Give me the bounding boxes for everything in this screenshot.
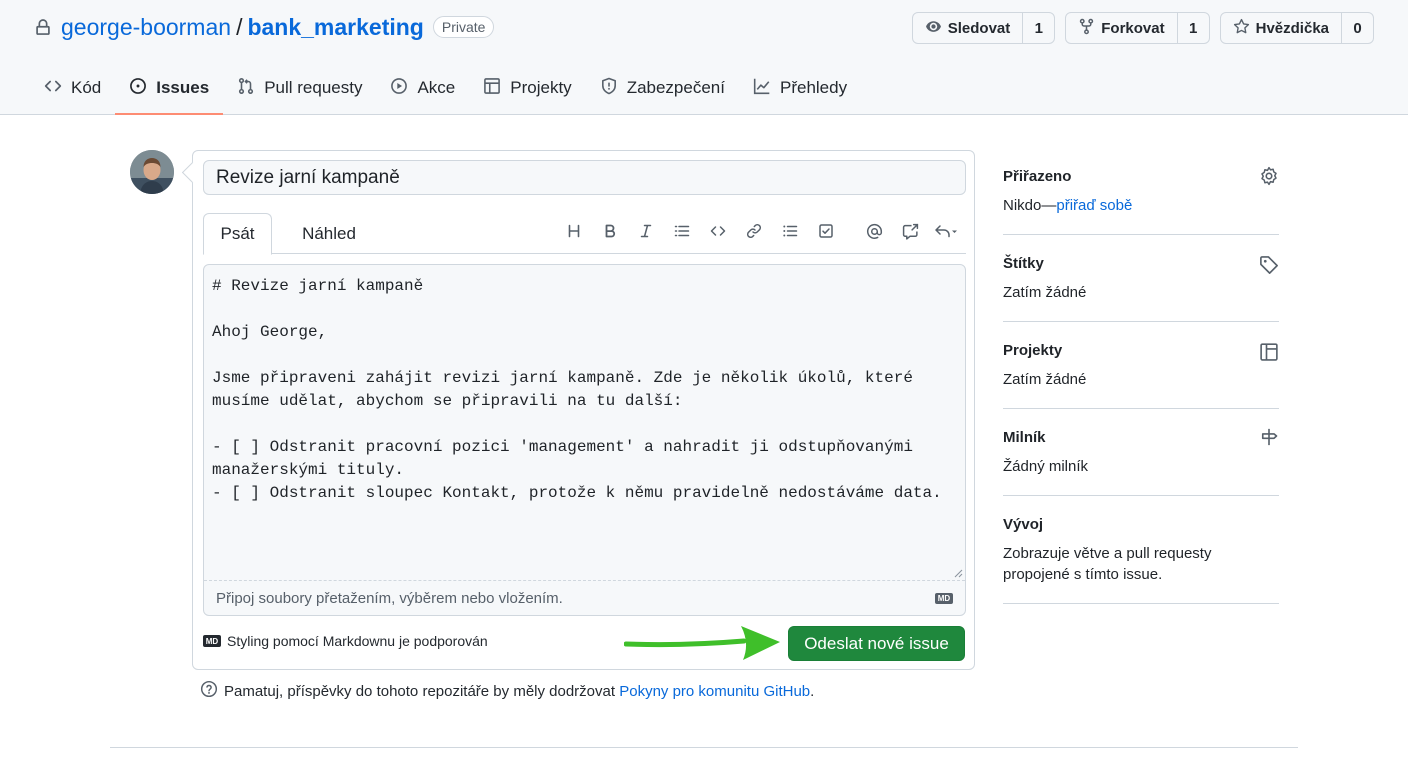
question-icon	[200, 680, 218, 702]
issue-icon	[129, 77, 147, 100]
fork-label: Forkovat	[1101, 19, 1165, 37]
tab-actions-label: Akce	[417, 78, 456, 97]
link-icon[interactable]	[736, 219, 772, 243]
issue-title-input[interactable]: Revize jarní kampaně	[203, 160, 966, 195]
issue-sidebar: Přiřazeno Nikdo—přiřaď sobě Štítky Zatím…	[1003, 150, 1279, 604]
fork-icon	[1078, 18, 1095, 39]
annotation-arrow-icon	[624, 626, 780, 660]
tab-issues[interactable]: Issues	[115, 62, 224, 115]
markdown-toolbar	[556, 219, 964, 243]
projects-section[interactable]: Projekty Zatím žádné	[1003, 322, 1279, 409]
repo-header: george-boorman / bank_marketing Private …	[0, 0, 1408, 115]
milestone-value: Žádný milník	[1003, 458, 1089, 475]
code-icon[interactable]	[700, 219, 736, 243]
graph-icon	[753, 77, 771, 100]
tab-insights-label: Přehledy	[779, 78, 848, 97]
assign-yourself-link[interactable]: přiřaď sobě	[1056, 197, 1132, 214]
assignees-section[interactable]: Přiřazeno Nikdo—přiřaď sobě	[1003, 150, 1279, 235]
markdown-icon: MD	[935, 593, 953, 604]
projects-value: Zatím žádné	[1003, 371, 1087, 388]
milestone-section[interactable]: Milník Žádný milník	[1003, 409, 1279, 496]
markdown-note-text: Styling pomocí Markdownu je podporován	[227, 633, 488, 649]
tab-code[interactable]: Kód	[30, 62, 115, 114]
repo-separator: /	[236, 13, 243, 40]
repo-title: george-boorman / bank_marketing Private	[34, 12, 495, 42]
play-icon	[390, 77, 408, 100]
milestone-title: Milník	[1003, 429, 1046, 446]
tab-write[interactable]: Psát	[203, 213, 272, 255]
assignees-none: Nikdo—	[1003, 197, 1057, 214]
resize-handle-icon[interactable]	[953, 568, 963, 578]
heading-icon[interactable]	[556, 219, 592, 243]
issue-body-text: # Revize jarní kampaně Ahoj George, Jsme…	[212, 277, 942, 502]
guidelines-link[interactable]: Pokyny pro komunitu GitHub	[619, 683, 810, 700]
guidelines-text: Pamatuj, příspěvky do tohoto repozitáře …	[224, 682, 616, 700]
watch-count[interactable]: 1	[1022, 13, 1054, 43]
tab-issues-label: Issues	[156, 78, 210, 97]
table-icon	[483, 77, 501, 100]
star-button[interactable]: Hvězdička 0	[1219, 12, 1374, 44]
community-guidelines-note: Pamatuj, příspěvky do tohoto repozitáře …	[200, 680, 814, 702]
repo-actions: Sledovat 1 Forkovat 1 Hvězdička 0	[911, 12, 1374, 44]
tab-security[interactable]: Zabezpečení	[586, 62, 739, 114]
tab-code-label: Kód	[71, 78, 102, 97]
fork-count[interactable]: 1	[1176, 13, 1209, 43]
projects-title: Projekty	[1003, 342, 1063, 359]
tab-projects[interactable]: Projekty	[469, 62, 585, 114]
repo-name-link[interactable]: bank_marketing	[247, 14, 423, 41]
assignees-title: Přiřazeno	[1003, 168, 1072, 185]
tab-insights[interactable]: Přehledy	[739, 62, 861, 114]
tab-preview[interactable]: Náhled	[283, 213, 375, 254]
labels-value: Zatím žádné	[1003, 284, 1087, 301]
labels-title: Štítky	[1003, 255, 1044, 272]
gear-icon[interactable]	[1259, 166, 1279, 186]
tab-projects-label: Projekty	[510, 78, 572, 97]
attach-files-bar[interactable]: Připoj soubory přetažením, výběrem nebo …	[204, 580, 965, 615]
new-issue-form: Revize jarní kampaně Psát Náhled # Reviz…	[192, 150, 975, 670]
project-icon[interactable]	[1259, 342, 1279, 362]
lock-icon	[34, 18, 52, 36]
bold-icon[interactable]	[592, 219, 628, 243]
repo-owner-link[interactable]: george-boorman	[61, 14, 231, 41]
star-icon	[1233, 18, 1250, 39]
markdown-support-note[interactable]: MD Styling pomocí Markdownu je podporová…	[203, 633, 488, 649]
visibility-badge: Private	[432, 16, 495, 38]
watch-label: Sledovat	[947, 19, 1011, 37]
labels-section[interactable]: Štítky Zatím žádné	[1003, 235, 1279, 322]
unordered-list-icon[interactable]	[772, 219, 808, 243]
watch-button[interactable]: Sledovat 1	[911, 12, 1056, 44]
development-value: Zobrazuje větve a pull requesty propojen…	[1003, 545, 1212, 583]
tab-actions[interactable]: Akce	[376, 62, 469, 114]
divider	[110, 747, 1298, 748]
quote-icon[interactable]	[664, 219, 700, 243]
milestone-icon[interactable]	[1259, 427, 1279, 447]
tab-security-label: Zabezpečení	[626, 78, 725, 97]
markdown-icon: MD	[203, 635, 221, 647]
development-section: Vývoj Zobrazuje větve a pull requesty pr…	[1003, 496, 1279, 604]
italic-icon[interactable]	[628, 219, 664, 243]
reply-icon[interactable]	[928, 219, 964, 243]
tag-icon[interactable]	[1259, 255, 1279, 275]
eye-icon	[925, 18, 942, 39]
issue-body-textarea[interactable]: # Revize jarní kampaně Ahoj George, Jsme…	[203, 264, 966, 616]
shield-icon	[600, 77, 618, 100]
development-title: Vývoj	[1003, 516, 1044, 533]
mention-icon[interactable]	[856, 219, 892, 243]
task-list-icon[interactable]	[808, 219, 844, 243]
repo-nav-tabs: Kód Issues Pull requesty Akce Projekty Z…	[30, 62, 861, 115]
star-label: Hvězdička	[1255, 19, 1329, 37]
tab-pull-requests[interactable]: Pull requesty	[223, 62, 376, 114]
guidelines-suffix: .	[810, 682, 815, 700]
assignees-value: Nikdo—přiřaď sobě	[1003, 195, 1279, 216]
attach-hint: Připoj soubory přetažením, výběrem nebo …	[216, 589, 563, 607]
code-icon	[44, 77, 62, 100]
avatar[interactable]	[130, 150, 174, 194]
star-count[interactable]: 0	[1341, 13, 1373, 43]
cross-reference-icon[interactable]	[892, 219, 928, 243]
fork-button[interactable]: Forkovat 1	[1065, 12, 1210, 44]
tab-pull-requests-label: Pull requesty	[264, 78, 363, 97]
pull-request-icon	[237, 77, 255, 100]
submit-new-issue-button[interactable]: Odeslat nové issue	[788, 626, 965, 661]
